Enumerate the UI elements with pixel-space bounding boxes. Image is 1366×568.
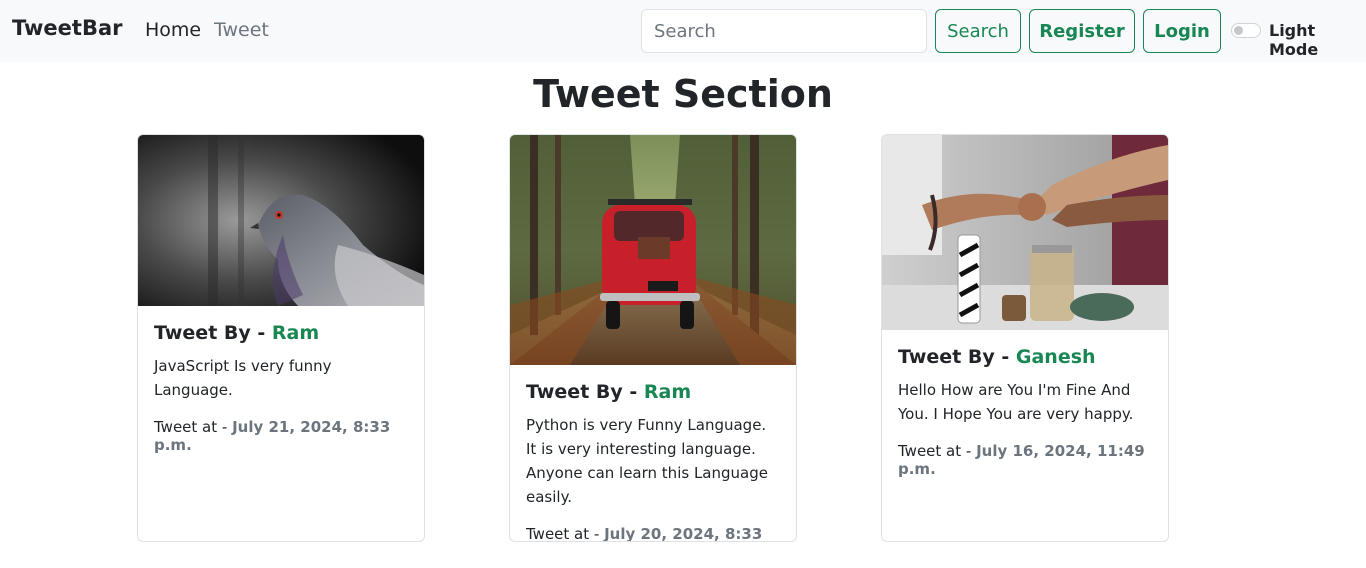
login-button[interactable]: Login [1143,9,1221,53]
nav-link-home[interactable]: Home [145,19,201,41]
tweet-author[interactable]: Ram [272,322,319,344]
tweet-by-label: Tweet By - [154,322,272,344]
tweet-author-line: Tweet By - Ganesh [898,346,1152,368]
fist-bump-photo [882,135,1168,330]
red-car-photo [510,135,796,365]
tweet-text: JavaScript Is very funny Language. [154,357,332,399]
tweet-by-label: Tweet By - [526,381,644,403]
tweet-text: Python is very Funny Language. It is ver… [526,416,768,506]
tweet-at-label: Tweet at - [526,525,605,542]
tweet-card: Tweet By - Ram JavaScript Is very funny … [137,134,425,542]
light-mode-label: Light Mode [1269,21,1319,59]
card-body: Tweet By - Ganesh Hello How are You I'm … [882,330,1168,494]
tweet-timestamp-line: Tweet at - July 20, 2024, 8:33 p.m. [526,525,780,542]
tweet-card: Tweet By - Ram Python is very Funny Lang… [509,134,797,542]
search-input[interactable] [641,9,927,53]
tweet-author-line: Tweet By - Ram [154,322,408,344]
card-body: Tweet By - Ram JavaScript Is very funny … [138,306,424,470]
pigeon-photo [138,135,424,306]
light-mode-toggle[interactable] [1231,23,1261,38]
navbar: TweetBar Home Tweet Search Register Logi… [0,0,1366,62]
toggle-knob [1234,26,1243,35]
tweet-text: Hello How are You I'm Fine And You. I Ho… [898,381,1134,423]
card-body: Tweet By - Ram Python is very Funny Lang… [510,365,796,542]
tweet-by-label: Tweet By - [898,346,1016,368]
tweet-author[interactable]: Ganesh [1016,346,1096,368]
tweet-author-line: Tweet By - Ram [526,381,780,403]
tweet-at-label: Tweet at - [898,442,977,460]
nav-link-tweet[interactable]: Tweet [214,19,269,41]
search-button[interactable]: Search [935,9,1021,53]
tweet-timestamp-line: Tweet at - July 21, 2024, 8:33 p.m. [154,418,408,454]
tweet-timestamp-line: Tweet at - July 16, 2024, 11:49 p.m. [898,442,1152,478]
tweet-author[interactable]: Ram [644,381,691,403]
tweet-card: Tweet By - Ganesh Hello How are You I'm … [881,134,1169,542]
register-button[interactable]: Register [1029,9,1135,53]
tweet-at-label: Tweet at - [154,418,233,436]
section-title: Tweet Section [533,72,833,116]
brand-logo[interactable]: TweetBar [12,16,122,40]
